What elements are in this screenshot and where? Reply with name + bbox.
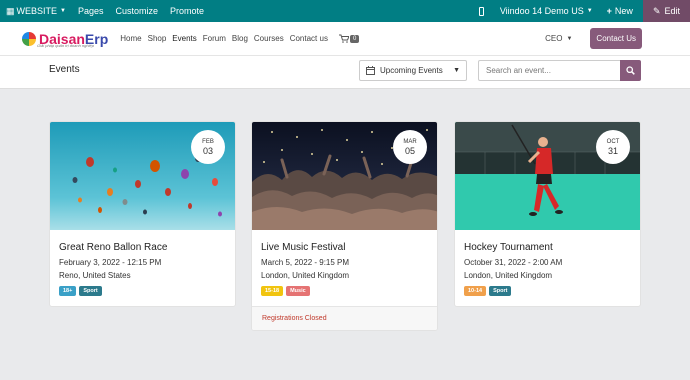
- chevron-down-icon: ▼: [566, 35, 573, 42]
- event-location: London, United Kingdom: [261, 271, 350, 280]
- new-label: New: [614, 6, 633, 16]
- tag-category[interactable]: Sport: [489, 286, 512, 296]
- logo-tagline: Giải pháp quản trị doanh nghiệp: [37, 43, 94, 48]
- promote-menu[interactable]: Promote: [164, 0, 210, 22]
- mobile-icon: [478, 6, 484, 16]
- event-title[interactable]: Great Reno Ballon Race: [59, 242, 226, 253]
- logo-mark-icon: [22, 31, 36, 46]
- event-card-body: Live Music Festival March 5, 2022 - 9:15…: [252, 230, 437, 306]
- events-toolbar: Events Upcoming Events ▼: [0, 56, 690, 89]
- event-month: OCT: [606, 138, 620, 145]
- tag-age[interactable]: 15-18: [261, 286, 284, 296]
- user-name: CEO: [545, 34, 563, 43]
- event-card[interactable]: OCT 31 Hockey Tournament October 31, 202…: [454, 121, 641, 307]
- main-navbar: DaisanErp Giải pháp quản trị doanh nghiệ…: [0, 22, 690, 56]
- menu-item-forum[interactable]: Forum: [200, 34, 229, 43]
- menu-item-events[interactable]: Events: [169, 34, 199, 43]
- event-location: Reno, United States: [59, 271, 131, 280]
- shopping-cart-icon: [338, 34, 349, 43]
- event-datetime: February 3, 2022 - 12:15 PM: [59, 258, 162, 267]
- tag-age[interactable]: 18+: [59, 286, 77, 296]
- menu-item-blog[interactable]: Blog: [229, 34, 251, 43]
- event-card[interactable]: FEB 03 Great Reno Ballon Race February 3…: [49, 121, 236, 307]
- event-month: FEB: [202, 138, 214, 145]
- main-menu: Home Shop Events Forum Blog Courses Cont…: [117, 34, 331, 43]
- event-tags: 15-18 Music: [261, 286, 428, 296]
- event-location: London, United Kingdom: [464, 271, 553, 280]
- event-day: 31: [607, 145, 618, 156]
- event-title[interactable]: Hockey Tournament: [464, 242, 631, 253]
- cart-count-badge: 0: [349, 34, 360, 43]
- event-datetime: October 31, 2022 - 2:00 AM: [464, 258, 563, 267]
- calendar-icon: [366, 66, 375, 75]
- search-button[interactable]: [620, 60, 641, 81]
- site-switcher[interactable]: Viindoo 14 Demo US ▼: [490, 0, 603, 22]
- cart-link[interactable]: 0: [338, 34, 360, 43]
- search-input[interactable]: [478, 60, 621, 81]
- event-card[interactable]: MAR 05 Live Music Festival March 5, 2022…: [251, 121, 438, 331]
- mobile-preview-button[interactable]: [473, 0, 490, 22]
- tag-age[interactable]: 10-14: [464, 286, 487, 296]
- user-menu[interactable]: CEO ▼: [545, 34, 572, 43]
- chevron-down-icon: ▼: [586, 8, 593, 14]
- event-card-body: Hockey Tournament October 31, 2022 - 2:0…: [455, 230, 640, 306]
- website-admin-bar: ▦ WEBSITE ▼ Pages Customize Promote Viin…: [0, 0, 690, 22]
- page-title: Events: [49, 64, 80, 75]
- event-filter-dropdown[interactable]: Upcoming Events ▼: [359, 60, 467, 81]
- event-title[interactable]: Live Music Festival: [261, 242, 428, 253]
- registration-status: Registrations Closed: [252, 306, 437, 330]
- event-image-hockey: OCT 31: [455, 122, 640, 230]
- edit-button[interactable]: ✎ Edit: [642, 0, 690, 22]
- chevron-down-icon: ▼: [453, 67, 460, 74]
- event-date-badge: MAR 05: [393, 130, 427, 164]
- event-date-badge: FEB 03: [191, 130, 225, 164]
- event-image-concert: MAR 05: [252, 122, 437, 230]
- event-day: 05: [404, 145, 415, 156]
- edit-label: Edit: [664, 6, 680, 16]
- menu-item-courses[interactable]: Courses: [251, 34, 287, 43]
- menu-item-shop[interactable]: Shop: [145, 34, 170, 43]
- tag-category[interactable]: Music: [286, 286, 310, 296]
- pages-menu[interactable]: Pages: [72, 0, 110, 22]
- event-filter-label: Upcoming Events: [380, 66, 443, 75]
- menu-item-contact[interactable]: Contact us: [287, 34, 331, 43]
- site-name: Viindoo 14 Demo US: [499, 6, 584, 16]
- pencil-icon: ✎: [652, 5, 661, 16]
- new-button[interactable]: + New: [603, 0, 643, 22]
- menu-item-home[interactable]: Home: [117, 34, 144, 43]
- event-image-balloons: FEB 03: [50, 122, 235, 230]
- tag-category[interactable]: Sport: [79, 286, 102, 296]
- event-month: MAR: [403, 138, 417, 145]
- website-menu-label: WEBSITE: [16, 6, 58, 16]
- contact-us-button[interactable]: Contact Us: [590, 28, 642, 49]
- apps-grid-icon: ▦: [6, 5, 15, 16]
- website-menu[interactable]: ▦ WEBSITE ▼: [0, 0, 72, 22]
- event-datetime: March 5, 2022 - 9:15 PM: [261, 258, 350, 267]
- chevron-down-icon: ▼: [60, 8, 66, 14]
- customize-menu[interactable]: Customize: [110, 0, 165, 22]
- event-date-badge: OCT 31: [596, 130, 630, 164]
- event-day: 03: [202, 145, 213, 156]
- search-icon: [626, 66, 635, 75]
- event-card-body: Great Reno Ballon Race February 3, 2022 …: [50, 230, 235, 306]
- plus-icon: +: [606, 6, 612, 16]
- event-tags: 18+ Sport: [59, 286, 226, 296]
- event-tags: 10-14 Sport: [464, 286, 631, 296]
